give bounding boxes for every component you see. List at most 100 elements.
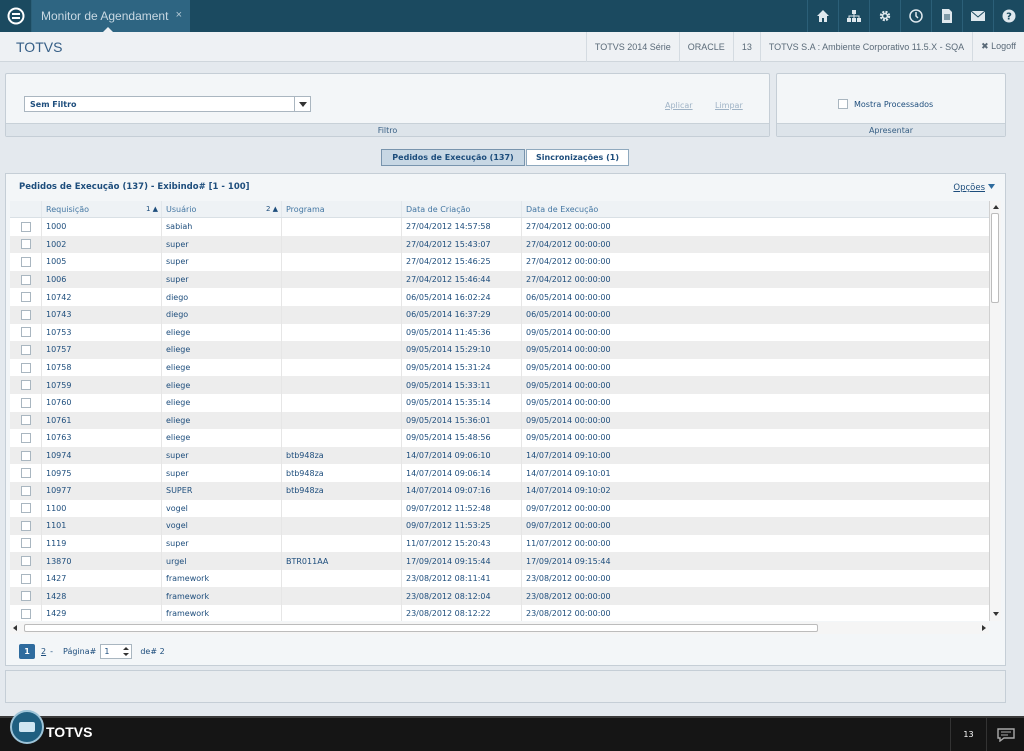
table-row[interactable]: 10760 eliege 09/05/2014 15:35:14 09/05/2014… (10, 393, 989, 412)
row-checkbox-cell (10, 305, 42, 324)
table-row[interactable]: 10758 eliege 09/05/2014 15:31:24 09/05/2014… (10, 358, 989, 377)
scroll-down-icon[interactable] (990, 609, 1002, 619)
row-checkbox[interactable] (20, 292, 31, 303)
cell-data-execucao: 27/04/2012 00:00:00 (526, 222, 611, 232)
horizontal-scrollbar[interactable] (10, 622, 989, 634)
cell-requisicao: 10743 (42, 305, 162, 324)
table-row[interactable]: 10977 SUPER btb948za 14/07/2014 09:07:16 14/… (10, 481, 989, 500)
row-checkbox[interactable] (20, 415, 31, 426)
row-checkbox-cell (10, 605, 42, 621)
table-row[interactable]: 1100 vogel 09/07/2012 11:52:48 09/07/2012 0… (10, 499, 989, 518)
row-checkbox[interactable] (20, 397, 31, 408)
col-header-programa[interactable]: Programa (282, 201, 402, 217)
help-icon[interactable]: ? (993, 0, 1024, 32)
table-row[interactable]: 1428 framework 23/08/2012 08:12:04 23/08/20… (10, 587, 989, 606)
chat-icon[interactable] (986, 718, 1024, 751)
document-icon[interactable] (931, 0, 962, 32)
row-checkbox[interactable] (20, 344, 31, 355)
cell-programa: btb948za (282, 481, 402, 500)
col-header-data-execucao[interactable]: Data de Execução (522, 201, 642, 217)
view-tabs: Pedidos de Execução (137) Sincronizações… (381, 149, 629, 166)
row-checkbox[interactable] (20, 239, 31, 250)
mail-icon[interactable] (962, 0, 993, 32)
tab-execution-requests[interactable]: Pedidos de Execução (137) (381, 149, 525, 166)
filter-select[interactable]: Sem Filtro (24, 96, 311, 112)
vertical-scrollbar[interactable] (989, 201, 1001, 621)
scroll-right-icon[interactable] (979, 622, 989, 634)
tab-monitor[interactable]: Monitor de Agendament × (32, 0, 190, 33)
row-checkbox[interactable] (20, 468, 31, 479)
row-checkbox[interactable] (20, 432, 31, 443)
home-icon[interactable] (807, 0, 838, 32)
row-checkbox[interactable] (20, 327, 31, 338)
row-checkbox[interactable] (20, 556, 31, 567)
header-select-all[interactable] (10, 201, 42, 217)
table-row[interactable]: 10742 diego 06/05/2014 16:02:24 06/05/2014 … (10, 288, 989, 306)
cell-usuario: framework (162, 605, 282, 621)
col-header-requisicao[interactable]: Requisição 1 ▲ (42, 201, 162, 217)
page-input[interactable]: 1 (100, 644, 133, 659)
table-row[interactable]: 10743 diego 06/05/2014 16:37:29 06/05/2014 … (10, 305, 989, 324)
table-row[interactable]: 13870 urgel BTR011AA 17/09/2014 09:15:44 17/… (10, 552, 989, 570)
row-checkbox[interactable] (20, 538, 31, 549)
col-header-usuario[interactable]: Usuário 2 ▲ (162, 201, 282, 217)
row-checkbox[interactable] (20, 274, 31, 285)
gear-icon[interactable] (869, 0, 900, 32)
chevron-down-icon[interactable] (294, 97, 310, 111)
table-row[interactable]: 1429 framework 23/08/2012 08:12:22 23/08/20… (10, 605, 989, 621)
table-row[interactable]: 10753 eliege 09/05/2014 11:45:36 09/05/2014… (10, 323, 989, 342)
tab-synchronizations[interactable]: Sincronizações (1) (526, 149, 629, 166)
apply-link[interactable]: Aplicar (665, 101, 693, 110)
table-row[interactable]: 10763 eliege 09/05/2014 15:48:56 09/05/2014… (10, 429, 989, 447)
table-row[interactable]: 1119 super 11/07/2012 15:20:43 11/07/2012 0… (10, 534, 989, 553)
stepper-icon[interactable] (121, 645, 131, 658)
table-row[interactable]: 10975 super btb948za 14/07/2014 09:06:14 14/… (10, 464, 989, 482)
logoff-button[interactable]: ✖ Logoff (972, 31, 1024, 62)
sitemap-icon[interactable] (838, 0, 869, 32)
page-1-button[interactable]: 1 (19, 644, 35, 659)
scroll-thumb[interactable] (991, 213, 999, 303)
row-checkbox-cell (10, 218, 42, 236)
data-grid: Requisição 1 ▲ Usuário 2 ▲ Programa Data d… (10, 201, 989, 621)
clock-icon[interactable] (900, 0, 931, 32)
row-checkbox[interactable] (20, 503, 31, 514)
scroll-left-icon[interactable] (10, 622, 20, 634)
scroll-h-thumb[interactable] (24, 624, 818, 632)
tab-close-icon[interactable]: × (176, 9, 182, 21)
cell-data-criacao: 09/05/2014 15:29:10 (402, 341, 522, 359)
present-panel: Mostra Processados Apresentar (776, 73, 1006, 137)
col-header-data-criacao[interactable]: Data de Criação (402, 201, 522, 217)
row-checkbox[interactable] (20, 362, 31, 373)
scroll-up-icon[interactable] (990, 202, 1002, 212)
row-checkbox[interactable] (20, 485, 31, 496)
page-count: de# 2 (140, 647, 165, 656)
options-menu[interactable]: Opções (953, 183, 995, 193)
cell-data-criacao: 09/07/2012 11:53:25 (402, 517, 522, 535)
row-checkbox[interactable] (20, 380, 31, 391)
row-checkbox[interactable] (20, 309, 31, 320)
row-checkbox[interactable] (20, 591, 31, 602)
header-bar: TOTVS TOTVS 2014 Série ORACLE 13 TOTVS S… (0, 31, 1024, 62)
row-checkbox-cell (10, 288, 42, 306)
row-checkbox[interactable] (20, 256, 31, 267)
show-processed-checkbox[interactable] (838, 99, 848, 109)
table-row[interactable]: 10761 eliege 09/05/2014 15:36:01 09/05/2014… (10, 411, 989, 430)
row-checkbox[interactable] (20, 520, 31, 531)
table-row[interactable]: 1101 vogel 09/07/2012 11:53:25 09/07/2012 0… (10, 517, 989, 535)
table-row[interactable]: 10759 eliege 09/05/2014 15:33:11 09/05/2014… (10, 376, 989, 394)
row-checkbox[interactable] (20, 573, 31, 584)
table-row[interactable]: 1427 framework 23/08/2012 08:11:41 23/08/20… (10, 569, 989, 588)
row-checkbox[interactable] (20, 608, 31, 619)
table-row[interactable]: 10757 eliege 09/05/2014 15:29:10 09/05/2014… (10, 341, 989, 359)
row-checkbox[interactable] (20, 450, 31, 461)
cell-data-execucao: 23/08/2012 00:00:00 (526, 574, 611, 584)
table-row[interactable]: 1000 sabiah 27/04/2012 14:57:58 27/04/2012 … (10, 218, 989, 236)
app-menu-button[interactable] (0, 0, 32, 32)
page-2-link[interactable]: 2 (41, 647, 46, 656)
row-checkbox[interactable] (20, 221, 31, 232)
table-row[interactable]: 10974 super btb948za 14/07/2014 09:06:10 14/… (10, 446, 989, 465)
clear-link[interactable]: Limpar (715, 101, 743, 110)
table-row[interactable]: 1005 super 27/04/2012 15:46:25 27/04/2012 0… (10, 253, 989, 271)
table-row[interactable]: 1006 super 27/04/2012 15:46:44 27/04/2012 0… (10, 270, 989, 289)
table-row[interactable]: 1002 super 27/04/2012 15:43:07 27/04/2012 0… (10, 235, 989, 254)
